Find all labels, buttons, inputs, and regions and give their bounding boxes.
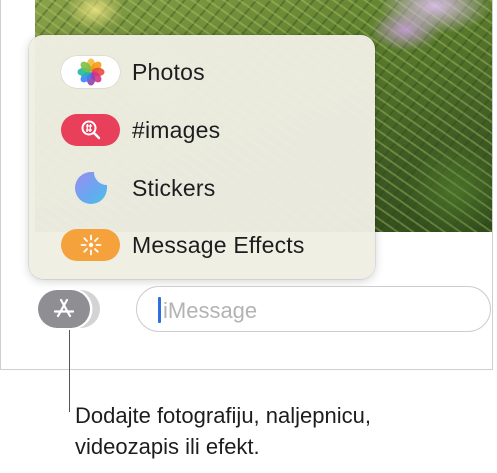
callout-line-1: Dodajte fotografiju, naljepnicu, (75, 403, 371, 428)
callout-text: Dodajte fotografiju, naljepnicu, videoza… (75, 400, 495, 462)
menu-item-label: Message Effects (132, 231, 305, 258)
images-search-icon (61, 114, 120, 146)
apps-popover-menu: Photos #images Stickers Message Effects (29, 35, 375, 279)
menu-item-photos[interactable]: Photos (29, 45, 375, 99)
stickers-icon (61, 172, 120, 204)
menu-item-images[interactable]: #images (29, 103, 375, 157)
menu-item-message-effects[interactable]: Message Effects (29, 218, 375, 272)
app-store-icon (38, 290, 90, 328)
imessage-input[interactable]: iMessage (136, 286, 491, 332)
message-effects-icon (61, 229, 120, 261)
menu-item-label: Stickers (132, 174, 216, 201)
menu-item-label: #images (132, 116, 221, 143)
apps-button[interactable] (38, 290, 100, 328)
imessage-placeholder: iMessage (163, 298, 258, 323)
menu-item-stickers[interactable]: Stickers (29, 161, 375, 215)
photos-icon (61, 56, 120, 88)
callout-line-2: videozapis ili efekt. (75, 434, 260, 459)
menu-item-label: Photos (132, 58, 205, 85)
callout-line (69, 330, 70, 412)
text-caret (158, 297, 161, 323)
